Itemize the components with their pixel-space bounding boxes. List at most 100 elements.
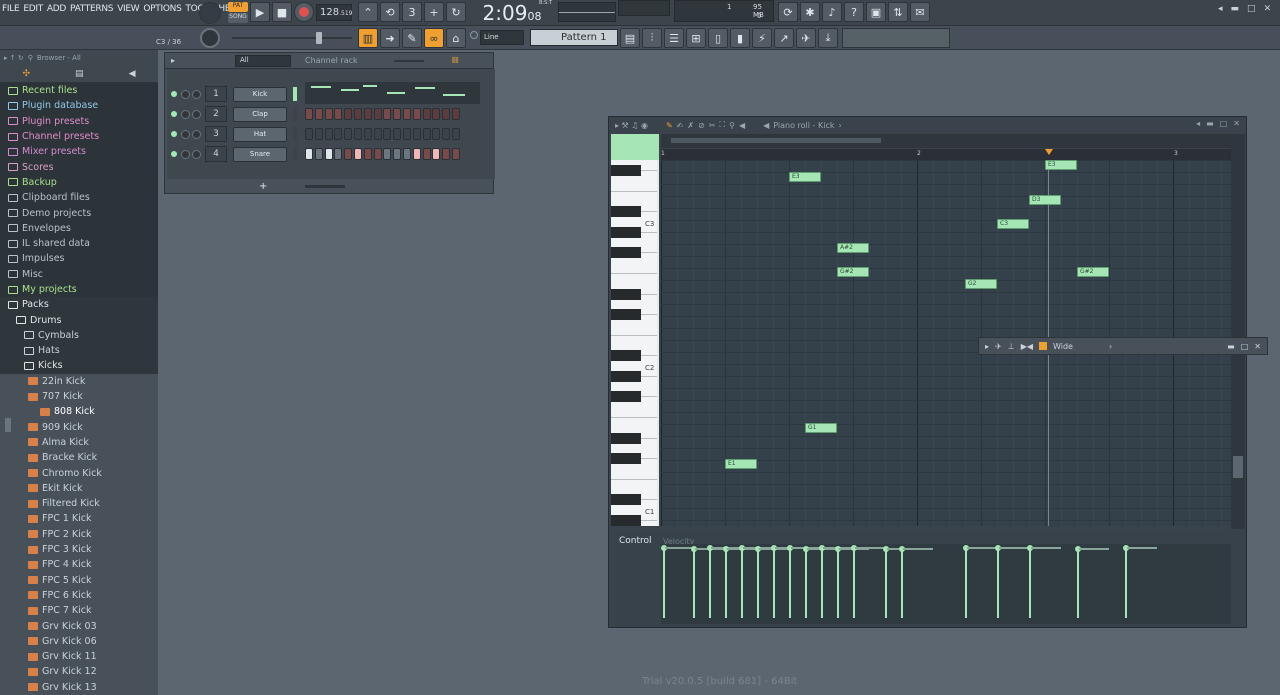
countdown-button[interactable]: 3 (402, 2, 422, 22)
tempo-button[interactable]: ↗ (774, 28, 794, 48)
velocity-bar[interactable] (995, 544, 1029, 618)
time-display[interactable]: 2:09 08 B:S:T (470, 0, 554, 25)
browser-item[interactable]: Alma Kick (0, 434, 158, 451)
browser-item[interactable]: Grv Kick 11 (0, 648, 158, 665)
fx-menu-icon[interactable]: ▸ (985, 342, 989, 351)
step-button[interactable] (402, 108, 411, 120)
mixer-track-number[interactable]: 2 (205, 106, 227, 122)
browser-item[interactable]: My projects (0, 281, 158, 298)
menu-arrow-icon[interactable]: ◂ (1218, 4, 1223, 14)
step-button[interactable] (305, 128, 313, 140)
velocity-bar[interactable] (851, 544, 885, 618)
maximize-icon[interactable]: □ (1247, 4, 1256, 14)
mute-led-icon[interactable] (171, 151, 177, 157)
step-button[interactable] (305, 148, 313, 160)
browser-item[interactable]: Ekit Kick (0, 480, 158, 497)
fx-color-icon[interactable] (1039, 342, 1047, 350)
metronome-button[interactable]: ⌃ (358, 2, 378, 22)
black-key[interactable] (611, 370, 641, 382)
browser-item[interactable]: Envelopes (0, 220, 158, 236)
help-button[interactable]: ? (844, 2, 864, 22)
channel-select[interactable] (293, 107, 297, 121)
snap-select[interactable]: Line (480, 30, 524, 45)
mixer-track-number[interactable]: 4 (205, 146, 227, 162)
pan-knob[interactable] (181, 149, 190, 159)
main-pitch-knob[interactable] (200, 28, 220, 48)
velocity-bar[interactable] (883, 546, 917, 618)
step-button[interactable] (344, 128, 353, 140)
render-button[interactable]: ⤓ (818, 28, 838, 48)
mute-led-icon[interactable] (171, 111, 177, 117)
step-button[interactable] (373, 148, 382, 160)
browser-item[interactable]: FPC 5 Kick (0, 572, 158, 588)
add-channel-button[interactable]: + (259, 181, 267, 192)
browser-tab-current-icon[interactable]: ▤ (75, 69, 84, 79)
velocity-bar[interactable] (755, 546, 789, 618)
browser-item[interactable]: Grv Kick 13 (0, 679, 158, 695)
fx-minimize-icon[interactable]: ▬ (1227, 342, 1235, 351)
step-button[interactable] (393, 128, 402, 140)
piano-keyboard[interactable]: C3 C2 C1 (611, 160, 659, 526)
browser-item[interactable]: Backup (0, 174, 158, 191)
fx-maximize-icon[interactable]: □ (1241, 342, 1249, 351)
piano-roll-menu-icon[interactable]: ▸ ⚒ ♫ ◉ (615, 121, 648, 130)
black-key[interactable] (611, 247, 641, 259)
step-button[interactable] (393, 108, 402, 120)
browser-item[interactable]: Grv Kick 06 (0, 633, 158, 649)
browser-tab-all-icon[interactable]: ✣ (23, 69, 31, 79)
playhead-marker[interactable] (1045, 149, 1053, 155)
fx-bird-icon[interactable]: ✈ (995, 342, 1002, 351)
play-button[interactable]: ▶ (250, 2, 270, 22)
paint-tool-icon[interactable]: ✍ (677, 121, 684, 130)
velocity-bar[interactable] (803, 546, 837, 618)
export-button[interactable]: ⇅ (888, 2, 908, 22)
browser-item[interactable]: Clipboard files (0, 190, 158, 206)
step-button[interactable] (353, 148, 362, 160)
black-key[interactable] (611, 391, 641, 403)
menu-item-options[interactable]: OPTIONS (143, 4, 181, 14)
browser-item[interactable]: FPC 4 Kick (0, 557, 158, 573)
plugin-button[interactable]: ▯ (708, 28, 728, 48)
browser-item[interactable]: FPC 6 Kick (0, 587, 158, 604)
step-button[interactable] (442, 128, 451, 140)
note[interactable]: E1 (725, 459, 757, 469)
step-button[interactable] (383, 128, 392, 140)
browser-item[interactable]: Kicks (0, 358, 158, 374)
browser-item[interactable]: Packs (0, 297, 158, 313)
browser-item[interactable]: FPC 2 Kick (0, 526, 158, 542)
browser-item[interactable]: Impulses (0, 251, 158, 267)
fx-arrow-icon[interactable]: › (1109, 342, 1112, 351)
browser-item[interactable]: Drums (0, 312, 158, 328)
browser-item[interactable]: Bracke Kick (0, 450, 158, 466)
mixer-track-number[interactable]: 3 (205, 126, 227, 142)
browser-item[interactable]: FPC 3 Kick (0, 541, 158, 558)
menu-item-view[interactable]: VIEW (117, 4, 140, 14)
delete-tool-icon[interactable]: ✗ (687, 121, 694, 130)
select-tool-icon[interactable]: ⛶ (719, 120, 725, 130)
mic-button[interactable]: ♪ (822, 2, 842, 22)
rack-grid-icon[interactable]: ⦀⦀ (452, 56, 459, 66)
mute-led-icon[interactable] (171, 131, 177, 137)
browser-item[interactable]: Channel presets (0, 128, 158, 145)
velocity-bar[interactable] (691, 546, 725, 618)
browser-arrows-icon[interactable]: ▸ ↑ ↻ (4, 54, 24, 62)
note[interactable]: G#2 (1077, 267, 1109, 277)
browser-scroll-handle[interactable] (5, 418, 11, 432)
step-button[interactable] (314, 108, 323, 120)
channel-name-button[interactable]: Clap (233, 106, 287, 122)
playback-tool-icon[interactable]: ◀ (739, 121, 745, 130)
chat-button[interactable]: ✉ (910, 2, 930, 22)
browser-item[interactable]: IL shared data (0, 235, 158, 252)
step-button[interactable] (422, 128, 431, 140)
step-button[interactable] (314, 128, 323, 140)
step-button[interactable] (305, 108, 313, 120)
note[interactable]: G2 (965, 279, 997, 289)
bird-button[interactable]: ✈ (796, 28, 816, 48)
browser-item[interactable]: Plugin database (0, 98, 158, 114)
browser-item[interactable]: Chromo Kick (0, 465, 158, 481)
dance-button[interactable]: ✱ (800, 2, 820, 22)
menu-item-file[interactable]: FILE (2, 4, 20, 14)
black-key[interactable] (611, 226, 641, 238)
close-icon[interactable]: ✕ (1264, 4, 1272, 14)
velocity-bar[interactable] (819, 544, 853, 618)
